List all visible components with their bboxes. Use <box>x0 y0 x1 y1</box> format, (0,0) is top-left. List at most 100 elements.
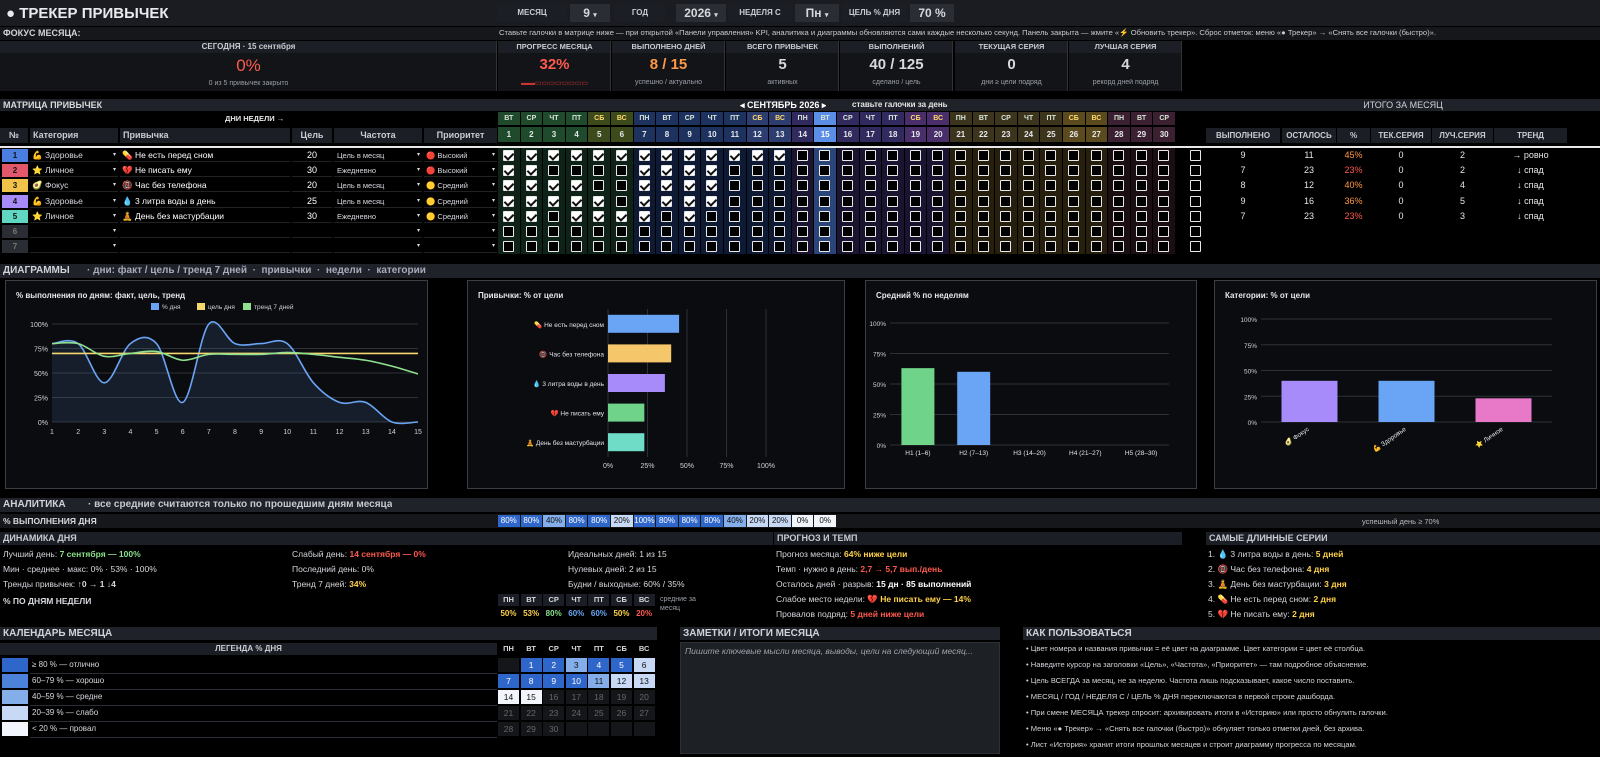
calendar-day[interactable]: 14 <box>498 690 519 704</box>
day-checkbox[interactable] <box>570 150 582 161</box>
priority-select[interactable]: 🔴 Высокий ▾ <box>424 164 497 178</box>
day-number-header[interactable]: 10 <box>701 127 723 142</box>
day-checkbox[interactable] <box>1135 150 1147 161</box>
day-checkbox[interactable] <box>1000 226 1012 237</box>
day-checkbox[interactable] <box>570 210 582 222</box>
day-checkbox[interactable] <box>1158 210 1170 222</box>
day-checkbox[interactable] <box>1190 180 1201 192</box>
day-checkbox[interactable] <box>796 195 808 207</box>
day-checkbox[interactable] <box>548 195 560 207</box>
day-number-header[interactable]: 6 <box>611 127 633 142</box>
day-checkbox[interactable] <box>1045 210 1057 222</box>
day-checkbox[interactable] <box>1190 210 1201 222</box>
day-checkbox[interactable] <box>1068 241 1079 253</box>
day-checkbox[interactable] <box>683 195 695 207</box>
goal-value[interactable]: 30 <box>292 164 332 178</box>
day-checkbox[interactable] <box>593 195 605 207</box>
day-checkbox[interactable] <box>819 210 831 222</box>
day-checkbox[interactable] <box>977 165 989 177</box>
day-checkbox[interactable] <box>638 165 650 177</box>
day-checkbox[interactable] <box>1045 195 1057 207</box>
calendar-day[interactable]: 30 <box>543 722 565 736</box>
day-checkbox[interactable] <box>1158 241 1170 253</box>
day-checkbox[interactable] <box>616 165 627 177</box>
category-select[interactable]: ⭐ Личное ▾ <box>30 210 118 223</box>
calendar-day[interactable]: 20 <box>633 690 655 704</box>
category-select[interactable]: 🥑 Фокус ▾ <box>30 179 118 193</box>
day-checkbox[interactable] <box>638 226 650 237</box>
day-checkbox[interactable] <box>977 150 989 161</box>
calendar-day[interactable]: 3 <box>565 658 587 672</box>
day-checkbox[interactable] <box>909 195 921 207</box>
day-number-header[interactable]: 27 <box>1085 127 1108 142</box>
day-number-header[interactable]: 7 <box>633 127 656 142</box>
link-days[interactable]: дни: факт / цель / тренд 7 дней <box>93 265 247 276</box>
day-checkbox[interactable] <box>1068 165 1079 177</box>
day-checkbox[interactable] <box>570 195 582 207</box>
day-number-header[interactable]: 9 <box>678 127 701 142</box>
day-checkbox[interactable] <box>1113 180 1125 192</box>
frequency-select[interactable]: Цель в месяц ▾ <box>334 195 422 208</box>
day-checkbox[interactable] <box>1022 180 1034 192</box>
day-checkbox[interactable] <box>1113 241 1125 253</box>
day-checkbox[interactable] <box>525 226 537 237</box>
day-checkbox[interactable] <box>1190 226 1201 237</box>
day-checkbox[interactable] <box>525 241 537 253</box>
calendar-day[interactable]: 19 <box>611 690 632 704</box>
day-checkbox[interactable] <box>616 195 627 207</box>
calendar-day[interactable]: 6 <box>633 658 655 672</box>
link-weeks[interactable]: недели <box>326 265 362 276</box>
day-checkbox[interactable] <box>548 241 560 253</box>
category-select[interactable]: 💪 Здоровье ▾ <box>30 149 118 162</box>
day-checkbox[interactable] <box>1135 241 1147 253</box>
day-checkbox[interactable] <box>729 195 740 207</box>
frequency-select[interactable]: ▾ <box>334 240 422 254</box>
calendar-day[interactable]: 27 <box>633 706 655 720</box>
day-checkbox[interactable] <box>1113 210 1125 222</box>
day-checkbox[interactable] <box>1045 226 1057 237</box>
priority-select[interactable]: 🟡 Средний ▾ <box>424 195 497 208</box>
day-number-header[interactable]: 2 <box>520 127 543 142</box>
week-start-select[interactable]: Пн ▾ <box>795 4 839 22</box>
day-number-header[interactable]: 24 <box>1017 127 1040 142</box>
day-checkbox[interactable] <box>706 241 718 253</box>
day-checkbox[interactable] <box>661 195 673 207</box>
day-checkbox[interactable] <box>638 241 650 253</box>
day-number-header[interactable]: 30 <box>1153 127 1175 142</box>
day-checkbox[interactable] <box>548 210 560 222</box>
day-number-header[interactable]: 21 <box>950 127 972 142</box>
day-checkbox[interactable] <box>887 165 899 177</box>
day-checkbox[interactable] <box>1000 150 1012 161</box>
day-checkbox[interactable] <box>1190 241 1201 253</box>
day-checkbox[interactable] <box>1190 150 1201 161</box>
day-checkbox[interactable] <box>1135 195 1147 207</box>
day-checkbox[interactable] <box>887 195 899 207</box>
day-checkbox[interactable] <box>751 165 763 177</box>
day-checkbox[interactable] <box>796 180 808 192</box>
goal-value[interactable]: 20 <box>292 179 332 193</box>
day-checkbox[interactable] <box>932 210 944 222</box>
day-number-header[interactable]: 25 <box>1040 127 1062 142</box>
calendar-day[interactable]: 10 <box>565 674 587 688</box>
day-checkbox[interactable] <box>503 180 514 192</box>
calendar-day[interactable]: 2 <box>543 658 565 672</box>
col-priority[interactable]: Приоритет <box>424 128 497 143</box>
day-checkbox[interactable] <box>1068 195 1079 207</box>
goal-value[interactable]: 30 <box>292 210 332 223</box>
day-checkbox[interactable] <box>774 210 786 222</box>
day-checkbox[interactable] <box>932 195 944 207</box>
day-checkbox[interactable] <box>570 241 582 253</box>
goal-value[interactable] <box>292 240 332 254</box>
year-select[interactable]: 2026 ▾ <box>676 4 726 22</box>
day-number-header[interactable]: 15 <box>814 127 836 142</box>
day-checkbox[interactable] <box>842 241 853 253</box>
day-checkbox[interactable] <box>1045 165 1057 177</box>
frequency-select[interactable]: Ежедневно ▾ <box>334 164 422 178</box>
day-checkbox[interactable] <box>1068 150 1079 161</box>
category-select[interactable]: 💪 Здоровье ▾ <box>30 195 118 208</box>
habit-name[interactable] <box>120 225 290 238</box>
day-checkbox[interactable] <box>661 226 673 237</box>
day-checkbox[interactable] <box>977 226 989 237</box>
month-select[interactable]: 9 ▾ <box>570 4 610 22</box>
day-checkbox[interactable] <box>1000 180 1012 192</box>
